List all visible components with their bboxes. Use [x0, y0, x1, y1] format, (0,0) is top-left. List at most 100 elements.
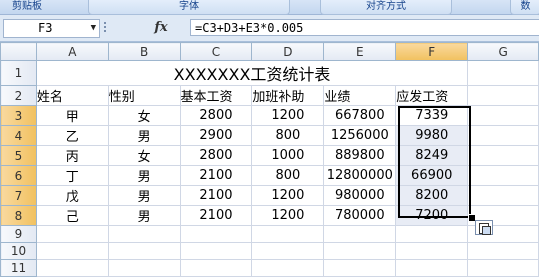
table-cell[interactable]: 女 — [107, 105, 181, 126]
table-cell[interactable]: 2800 — [179, 105, 253, 126]
column-header-d[interactable]: D — [251, 42, 325, 61]
insert-function-button[interactable]: fx — [146, 19, 176, 37]
table-cell[interactable]: 乙 — [35, 125, 109, 146]
table-cell[interactable]: 己 — [35, 205, 109, 226]
cell[interactable] — [395, 242, 469, 260]
sheet-title-cell[interactable]: XXXXXXX工资统计表 — [35, 60, 469, 86]
selected-cell[interactable]: 8249 — [395, 145, 469, 166]
selected-cell[interactable]: 8200 — [395, 185, 469, 206]
row-header-8[interactable]: 8 — [0, 205, 37, 226]
cell[interactable] — [35, 242, 109, 260]
row-header-6[interactable]: 6 — [0, 165, 37, 186]
cell[interactable] — [467, 165, 539, 186]
header-cell-name[interactable]: 姓名 — [35, 85, 109, 106]
row-header-3[interactable]: 3 — [0, 105, 37, 126]
cell[interactable] — [395, 225, 469, 243]
cell[interactable] — [179, 225, 253, 243]
cell[interactable] — [179, 242, 253, 260]
formula-input[interactable]: =C3+D3+E3*0.005 — [190, 19, 539, 36]
cell[interactable] — [251, 242, 325, 260]
row-header-2[interactable]: 2 — [0, 85, 37, 106]
auto-fill-options-icon[interactable] — [475, 220, 493, 235]
table-cell[interactable]: 2800 — [179, 145, 253, 166]
table-cell[interactable]: 甲 — [35, 105, 109, 126]
clipboard-launcher-icon[interactable] — [54, 0, 76, 13]
row-header-11[interactable]: 11 — [0, 259, 37, 277]
selected-cell[interactable]: 7200 — [395, 205, 469, 226]
selected-cell[interactable]: 9980 — [395, 125, 469, 146]
cell[interactable] — [107, 225, 181, 243]
ribbon-group-clipboard[interactable]: 剪贴板 — [0, 0, 54, 14]
row-header-1[interactable]: 1 — [0, 60, 37, 86]
header-cell-base-salary[interactable]: 基本工资 — [179, 85, 253, 106]
row-header-5[interactable]: 5 — [0, 145, 37, 166]
table-cell[interactable]: 女 — [107, 145, 181, 166]
cell[interactable] — [467, 259, 539, 277]
cell[interactable] — [467, 125, 539, 146]
table-cell[interactable]: 1256000 — [323, 125, 397, 146]
column-header-g[interactable]: G — [467, 42, 539, 61]
column-header-b[interactable]: B — [107, 42, 181, 61]
ribbon-group-alignment[interactable]: 对齐方式 — [320, 0, 452, 15]
cell[interactable] — [107, 259, 181, 277]
column-header-c[interactable]: C — [179, 42, 253, 61]
header-cell-performance[interactable]: 业绩 — [323, 85, 397, 106]
cell[interactable] — [395, 259, 469, 277]
cell[interactable] — [35, 259, 109, 277]
table-cell[interactable]: 980000 — [323, 185, 397, 206]
row-header-4[interactable]: 4 — [0, 125, 37, 146]
cell[interactable] — [467, 60, 539, 86]
header-cell-overtime[interactable]: 加班补助 — [251, 85, 325, 106]
cell[interactable] — [323, 225, 397, 243]
table-cell[interactable]: 800 — [251, 165, 325, 186]
cell[interactable] — [323, 259, 397, 277]
column-header-e[interactable]: E — [323, 42, 397, 61]
selected-cell[interactable]: 66900 — [395, 165, 469, 186]
row-header-9[interactable]: 9 — [0, 225, 37, 243]
table-cell[interactable]: 1200 — [251, 185, 325, 206]
resize-grip-icon[interactable] — [104, 22, 108, 34]
table-cell[interactable]: 780000 — [323, 205, 397, 226]
table-cell[interactable]: 1200 — [251, 205, 325, 226]
cell[interactable] — [251, 259, 325, 277]
table-cell[interactable]: 800 — [251, 125, 325, 146]
name-box[interactable]: F3 ▼ — [3, 19, 100, 38]
table-cell[interactable]: 男 — [107, 165, 181, 186]
cell[interactable] — [179, 259, 253, 277]
ribbon-group-font[interactable]: 字体 — [88, 0, 290, 15]
column-header-a[interactable]: A — [35, 42, 109, 61]
table-cell[interactable]: 男 — [107, 185, 181, 206]
table-cell[interactable]: 丙 — [35, 145, 109, 166]
table-cell[interactable]: 2900 — [179, 125, 253, 146]
ribbon-group-number[interactable]: 数 — [510, 0, 539, 15]
header-cell-total-pay[interactable]: 应发工资 — [395, 85, 469, 106]
select-all-corner[interactable] — [0, 42, 37, 61]
table-cell[interactable]: 丁 — [35, 165, 109, 186]
cell[interactable] — [35, 225, 109, 243]
table-cell[interactable]: 2100 — [179, 205, 253, 226]
chevron-down-icon[interactable]: ▼ — [91, 20, 96, 37]
table-cell[interactable]: 889800 — [323, 145, 397, 166]
cell[interactable] — [467, 145, 539, 166]
table-cell[interactable]: 12800000 — [323, 165, 397, 186]
row-header-7[interactable]: 7 — [0, 185, 37, 206]
cell[interactable] — [251, 225, 325, 243]
active-cell[interactable]: 7339 — [395, 105, 469, 126]
table-cell[interactable]: 1000 — [251, 145, 325, 166]
cell[interactable] — [467, 242, 539, 260]
column-header-f[interactable]: F — [395, 42, 469, 61]
cell[interactable] — [467, 185, 539, 206]
cell[interactable] — [107, 242, 181, 260]
row-header-10[interactable]: 10 — [0, 242, 37, 260]
table-cell[interactable]: 1200 — [251, 105, 325, 126]
table-cell[interactable]: 戊 — [35, 185, 109, 206]
table-cell[interactable]: 2100 — [179, 185, 253, 206]
table-cell[interactable]: 667800 — [323, 105, 397, 126]
cell[interactable] — [467, 105, 539, 126]
table-cell[interactable]: 男 — [107, 125, 181, 146]
cell[interactable] — [467, 85, 539, 106]
header-cell-gender[interactable]: 性别 — [107, 85, 181, 106]
table-cell[interactable]: 男 — [107, 205, 181, 226]
cell[interactable] — [323, 242, 397, 260]
table-cell[interactable]: 2100 — [179, 165, 253, 186]
